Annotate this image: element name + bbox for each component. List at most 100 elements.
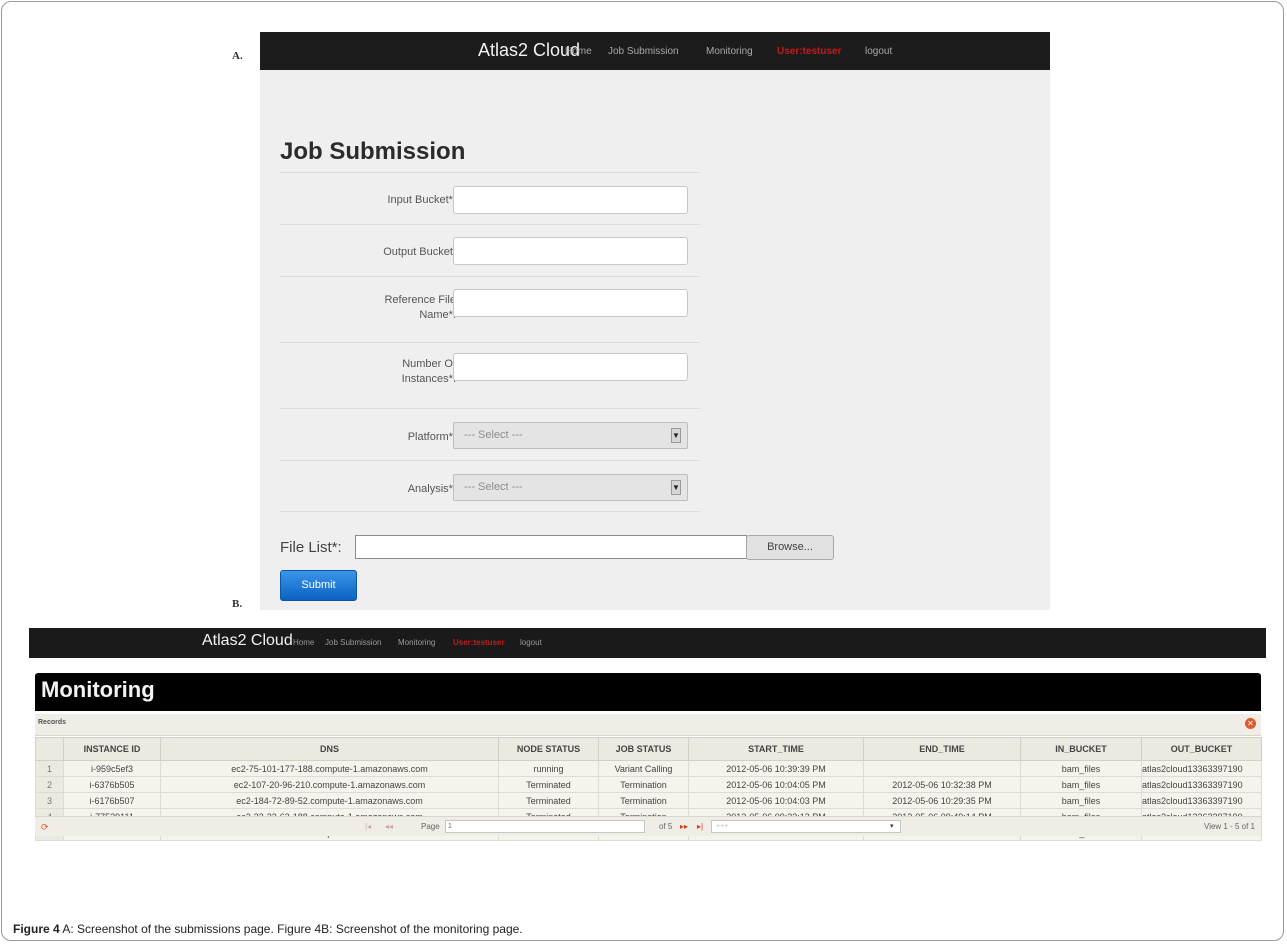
platform-label: Platform*: xyxy=(407,431,456,443)
instances-label-line2: Instances*: xyxy=(401,373,456,385)
monitoring-header: Monitoring xyxy=(35,673,1261,711)
nav-home-b[interactable]: Home xyxy=(293,638,314,647)
form-row-instances: Number Of Instances*: xyxy=(280,342,700,408)
cell-job-status: Termination xyxy=(598,792,689,809)
output-bucket-label: Output Bucket: xyxy=(383,246,456,258)
browse-button[interactable]: Browse... xyxy=(746,535,834,560)
next-page-icon[interactable]: ▸▸ xyxy=(680,822,688,831)
analysis-label: Analysis*: xyxy=(407,483,456,495)
col-header-job-status[interactable]: JOB STATUS xyxy=(598,737,689,761)
cell-end-time: 2012-05-06 10:32:38 PM xyxy=(863,776,1021,793)
col-header-instance-id[interactable]: INSTANCE ID xyxy=(63,737,161,761)
col-header-dns[interactable]: DNS xyxy=(160,737,499,761)
instances-field[interactable] xyxy=(453,353,688,381)
cell-job-status: Variant Calling xyxy=(598,760,689,777)
prev-page-icon[interactable]: ◂◂ xyxy=(385,822,393,831)
cell-out-bucket: atlas2cloud13363397190 xyxy=(1141,776,1262,793)
records-label: Records xyxy=(38,719,67,726)
cell-in-bucket: bam_files xyxy=(1020,776,1142,793)
form-row-output-bucket: Output Bucket: xyxy=(280,224,700,276)
nav-logout-b[interactable]: logout xyxy=(520,638,542,647)
row-number: 2 xyxy=(35,776,64,793)
nav-home[interactable]: Home xyxy=(565,46,592,57)
table-header-row: INSTANCE ID DNS NODE STATUS JOB STATUS S… xyxy=(35,737,1262,761)
table-row[interactable]: 1 i-959c5ef3 ec2-75-101-177-188.compute-… xyxy=(35,760,1262,777)
cell-out-bucket: atlas2cloud13363397190 xyxy=(1141,760,1262,777)
col-header-in-bucket[interactable]: IN_BUCKET xyxy=(1020,737,1142,761)
cell-instance-id: i-959c5ef3 xyxy=(63,760,161,777)
form-row-analysis: Analysis*: --- Select --- ▼ xyxy=(280,460,700,512)
platform-select[interactable]: --- Select --- ▼ xyxy=(453,422,688,449)
table-row[interactable]: 2 i-6376b505 ec2-107-20-96-210.compute-1… xyxy=(35,776,1262,793)
cell-job-status: Termination xyxy=(598,776,689,793)
form-row-reference-file: Reference File Name*: xyxy=(280,276,700,342)
collapse-icon[interactable]: ✕ xyxy=(1245,718,1256,729)
nav-monitoring-b[interactable]: Monitoring xyxy=(398,638,435,647)
submit-button[interactable]: Submit xyxy=(280,570,357,601)
platform-select-value: --- Select --- xyxy=(464,429,523,441)
page-title: Job Submission xyxy=(280,138,466,165)
last-page-icon[interactable]: ▸| xyxy=(697,822,703,831)
figure-caption-text: A: Screenshot of the submissions page. F… xyxy=(59,922,523,936)
cell-out-bucket: atlas2cloud13363397190 xyxy=(1141,792,1262,809)
brand-logo-b[interactable]: Atlas2 Cloud xyxy=(202,632,293,650)
nav-monitoring[interactable]: Monitoring xyxy=(706,46,753,57)
form-row-platform: Platform*: --- Select --- ▼ xyxy=(280,408,700,460)
job-submission-screen: Atlas2 Cloud Home Job Submission Monitor… xyxy=(260,32,1050,610)
reference-file-label-line1: Reference File xyxy=(384,294,456,306)
file-list-label: File List*: xyxy=(280,539,342,556)
reference-file-field[interactable] xyxy=(453,289,688,317)
cell-start-time: 2012-05-06 10:04:03 PM xyxy=(688,792,864,809)
rows-per-page-value: +++ xyxy=(716,823,729,830)
cell-end-time: 2012-05-06 10:29:35 PM xyxy=(863,792,1021,809)
page-label: Page xyxy=(421,822,440,831)
top-navbar-b: Atlas2 Cloud Home Job Submission Monitor… xyxy=(29,628,1266,658)
col-header-start-time[interactable]: START_TIME xyxy=(688,737,864,761)
rows-per-page-select[interactable]: +++ ▾ xyxy=(711,820,901,833)
first-page-icon[interactable]: |◂ xyxy=(365,822,371,831)
analysis-select[interactable]: --- Select --- ▼ xyxy=(453,474,688,501)
cell-dns: ec2-75-101-177-188.compute-1.amazonaws.c… xyxy=(160,760,499,777)
panel-b-label: B. xyxy=(232,598,243,610)
nav-user[interactable]: User:testuser xyxy=(777,46,841,57)
cell-instance-id: i-6176b507 xyxy=(63,792,161,809)
records-caption-bar: Records ✕ xyxy=(35,714,1261,736)
cell-node-status: Terminated xyxy=(498,792,599,809)
top-navbar: Atlas2 Cloud Home Job Submission Monitor… xyxy=(260,32,1050,70)
dropdown-arrow-icon: ▾ xyxy=(890,823,894,830)
input-bucket-field[interactable] xyxy=(453,186,688,214)
output-bucket-field[interactable] xyxy=(453,237,688,265)
input-bucket-label: Input Bucket*: xyxy=(387,194,457,206)
col-header-node-status[interactable]: NODE STATUS xyxy=(498,737,599,761)
form-row-input-bucket: Input Bucket*: xyxy=(280,172,700,224)
reference-file-label-line2: Name*: xyxy=(419,309,456,321)
nav-job-submission-b[interactable]: Job Submission xyxy=(325,638,381,647)
dropdown-arrow-icon: ▼ xyxy=(671,480,681,495)
nav-job-submission[interactable]: Job Submission xyxy=(608,46,679,57)
nav-user-b[interactable]: User:testuser xyxy=(453,638,505,647)
row-number: 1 xyxy=(35,760,64,777)
cell-end-time xyxy=(863,760,1021,777)
page-number-input[interactable]: 1 xyxy=(445,820,645,833)
table-row[interactable]: 3 i-6176b507 ec2-184-72-89-52.compute-1.… xyxy=(35,792,1262,809)
col-header-rownum xyxy=(35,737,64,761)
cell-instance-id: i-6376b505 xyxy=(63,776,161,793)
cell-node-status: running xyxy=(498,760,599,777)
cell-dns: ec2-107-20-96-210.compute-1.amazonaws.co… xyxy=(160,776,499,793)
cell-start-time: 2012-05-06 10:04:05 PM xyxy=(688,776,864,793)
page-count-label: of 5 xyxy=(659,822,673,831)
dropdown-arrow-icon: ▼ xyxy=(671,428,681,443)
monitoring-title: Monitoring xyxy=(41,677,155,702)
cell-node-status: Terminated xyxy=(498,776,599,793)
instances-label-line1: Number Of xyxy=(402,358,456,370)
col-header-out-bucket[interactable]: OUT_BUCKET xyxy=(1141,737,1262,761)
cell-in-bucket: bam_files xyxy=(1020,760,1142,777)
file-list-input[interactable] xyxy=(355,535,747,559)
instances-label: Number Of Instances*: xyxy=(402,357,456,387)
row-number: 3 xyxy=(35,792,64,809)
refresh-icon[interactable]: ⟳ xyxy=(41,822,49,833)
analysis-select-value: --- Select --- xyxy=(464,481,523,493)
nav-logout[interactable]: logout xyxy=(865,46,892,57)
col-header-end-time[interactable]: END_TIME xyxy=(863,737,1021,761)
view-count-label: View 1 - 5 of 1 xyxy=(1204,822,1255,831)
